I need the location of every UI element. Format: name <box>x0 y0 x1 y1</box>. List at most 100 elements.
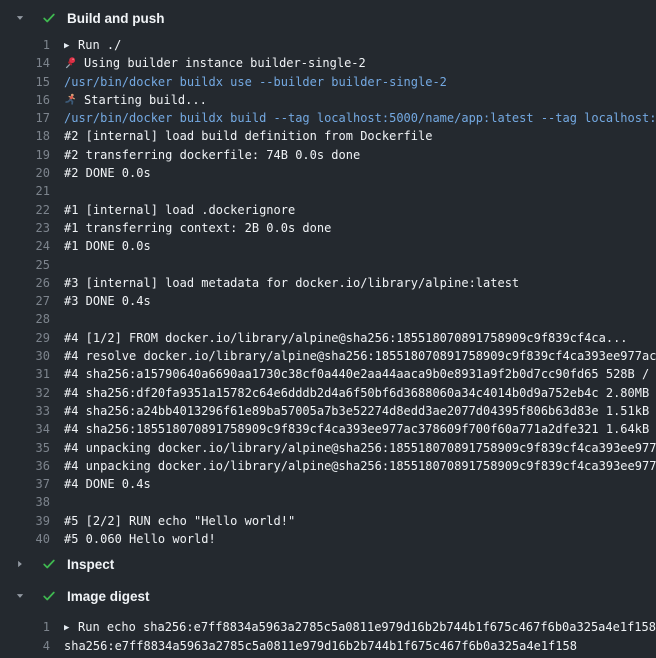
log-text-value: #1 transferring context: 2B 0.0s done <box>64 221 331 235</box>
chevron-down-icon[interactable] <box>15 591 25 601</box>
log-text-value: #2 [internal] load build definition from… <box>64 129 432 143</box>
log-line: 34 #4 sha256:185518070891758909c9f839cf4c… <box>0 420 656 438</box>
line-number[interactable]: 4 <box>0 637 50 655</box>
log-text: #4 sha256:185518070891758909c9f839cf4ca3… <box>64 420 656 438</box>
line-number[interactable]: 16 <box>0 91 50 109</box>
log-text: #5 [2/2] RUN echo "Hello world!" <box>64 512 656 530</box>
section-header-image-digest[interactable]: Image digest <box>0 582 656 610</box>
log-text <box>64 310 656 328</box>
log-text: #4 unpacking docker.io/library/alpine@sh… <box>64 439 656 457</box>
line-number[interactable]: 27 <box>0 292 50 310</box>
log-line: 27 #3 DONE 0.4s <box>0 292 656 310</box>
line-number[interactable]: 1 <box>0 618 50 636</box>
log-text: /usr/bin/docker buildx build --tag local… <box>64 109 656 127</box>
log-text: Using builder instance builder-single-2 <box>64 54 656 72</box>
log-text-value: #1 [internal] load .dockerignore <box>64 203 295 217</box>
section-title: Image digest <box>67 589 150 604</box>
log-line: 1 ▶Run echo sha256:e7ff8834a5963a2785c5a0… <box>0 618 656 636</box>
line-number[interactable]: 37 <box>0 475 50 493</box>
line-number[interactable]: 40 <box>0 530 50 548</box>
log-text: sha256:e7ff8834a5963a2785c5a0811e979d16b… <box>64 637 656 655</box>
line-number[interactable]: 26 <box>0 274 50 292</box>
log-line: 37 #4 DONE 0.4s <box>0 475 656 493</box>
chevron-down-icon[interactable] <box>15 13 25 23</box>
log-line: 24 #1 DONE 0.0s <box>0 237 656 255</box>
log-text: /usr/bin/docker buildx use --builder bui… <box>64 73 656 91</box>
log-line: 25 <box>0 256 656 274</box>
line-number[interactable]: 30 <box>0 347 50 365</box>
log-line: 19 #2 transferring dockerfile: 74B 0.0s d… <box>0 146 656 164</box>
line-number[interactable]: 19 <box>0 146 50 164</box>
log-line: 31 #4 sha256:a15790640a6690aa1730c38cf0a4… <box>0 365 656 383</box>
line-number[interactable]: 17 <box>0 109 50 127</box>
section-header-inspect[interactable]: Inspect <box>0 550 656 578</box>
log-text <box>64 182 656 200</box>
line-number[interactable]: 28 <box>0 310 50 328</box>
line-number[interactable]: 36 <box>0 457 50 475</box>
log-text-value: /usr/bin/docker buildx use --builder bui… <box>64 75 447 89</box>
line-number[interactable]: 39 <box>0 512 50 530</box>
log-line: 21 <box>0 182 656 200</box>
log-text-value: #4 sha256:df20fa9351a15782c64e6dddb2d4a6… <box>64 386 656 400</box>
line-number[interactable]: 1 <box>0 36 50 54</box>
line-number[interactable]: 18 <box>0 127 50 145</box>
log-line: 35 #4 unpacking docker.io/library/alpine@… <box>0 439 656 457</box>
log-line: 14 Using builder instance builder-single-… <box>0 54 656 72</box>
line-number[interactable]: 31 <box>0 365 50 383</box>
line-number[interactable]: 32 <box>0 384 50 402</box>
log-line: 26 #3 [internal] load metadata for docker… <box>0 274 656 292</box>
line-number[interactable]: 38 <box>0 493 50 511</box>
log-line: 40 #5 0.060 Hello world! <box>0 530 656 548</box>
log-text: #4 [1/2] FROM docker.io/library/alpine@s… <box>64 329 656 347</box>
line-number[interactable]: 33 <box>0 402 50 420</box>
section-title: Inspect <box>67 557 114 572</box>
line-number[interactable]: 14 <box>0 54 50 72</box>
log-line: 1▶Run ./ <box>0 36 656 54</box>
log-text-value: #2 DONE 0.0s <box>64 166 151 180</box>
log-line: 30#4 resolve docker.io/library/alpine@sh… <box>0 347 656 365</box>
log-line: 38 <box>0 493 656 511</box>
log-text-value: #4 sha256:a15790640a6690aa1730c38cf0a440… <box>64 367 656 381</box>
log-text: #4 DONE 0.4s <box>64 475 656 493</box>
section-log-body: 1 ▶Run echo sha256:e7ff8834a5963a2785c5a0… <box>0 618 656 655</box>
log-text-value: #5 0.060 Hello world! <box>64 532 216 546</box>
line-number[interactable]: 15 <box>0 73 50 91</box>
run-expander-icon[interactable]: ▶ <box>64 619 78 636</box>
pushpin-icon <box>64 56 77 69</box>
section-title: Build and push <box>67 11 165 26</box>
section-log-body: 1▶Run ./14Using builder instance builder… <box>0 36 656 548</box>
log-text: #3 [internal] load metadata for docker.i… <box>64 274 656 292</box>
actions-log: Build and push1▶Run ./14Using builder in… <box>0 0 656 658</box>
log-text: Starting build... <box>64 91 656 109</box>
log-text-value: #4 [1/2] FROM docker.io/library/alpine@s… <box>64 331 628 345</box>
line-number[interactable]: 34 <box>0 420 50 438</box>
line-number[interactable]: 25 <box>0 256 50 274</box>
line-number[interactable]: 29 <box>0 329 50 347</box>
log-text: #3 DONE 0.4s <box>64 292 656 310</box>
line-number[interactable]: 22 <box>0 201 50 219</box>
line-number[interactable]: 21 <box>0 182 50 200</box>
check-icon <box>42 557 56 571</box>
check-icon <box>42 11 56 25</box>
line-number[interactable]: 24 <box>0 237 50 255</box>
run-expander-icon[interactable]: ▶ <box>64 37 78 54</box>
section-header-build-and-push[interactable]: Build and push <box>0 0 656 36</box>
chevron-right-icon[interactable] <box>15 559 25 569</box>
log-line: 29 #4 [1/2] FROM docker.io/library/alpine… <box>0 329 656 347</box>
log-line: 32 #4 sha256:df20fa9351a15782c64e6dddb2d4… <box>0 384 656 402</box>
line-number[interactable]: 35 <box>0 439 50 457</box>
line-number[interactable]: 23 <box>0 219 50 237</box>
log-text: #5 0.060 Hello world! <box>64 530 656 548</box>
log-text-value: #4 sha256:185518070891758909c9f839cf4ca3… <box>64 422 656 436</box>
log-line: 39 #5 [2/2] RUN echo "Hello world!" <box>0 512 656 530</box>
log-text: #4 sha256:a15790640a6690aa1730c38cf0a440… <box>64 365 656 383</box>
log-text-value: #3 DONE 0.4s <box>64 294 151 308</box>
line-number[interactable]: 20 <box>0 164 50 182</box>
log-text <box>64 493 656 511</box>
log-text: ▶Run echo sha256:e7ff8834a5963a2785c5a08… <box>64 618 656 636</box>
log-text-value: #4 unpacking docker.io/library/alpine@sh… <box>64 441 656 455</box>
log-text: #1 DONE 0.0s <box>64 237 656 255</box>
log-text-value: #2 transferring dockerfile: 74B 0.0s don… <box>64 148 360 162</box>
log-text: #4 sha256:a24bb4013296f61e89ba57005a7b3e… <box>64 402 656 420</box>
log-text: #2 [internal] load build definition from… <box>64 127 656 145</box>
